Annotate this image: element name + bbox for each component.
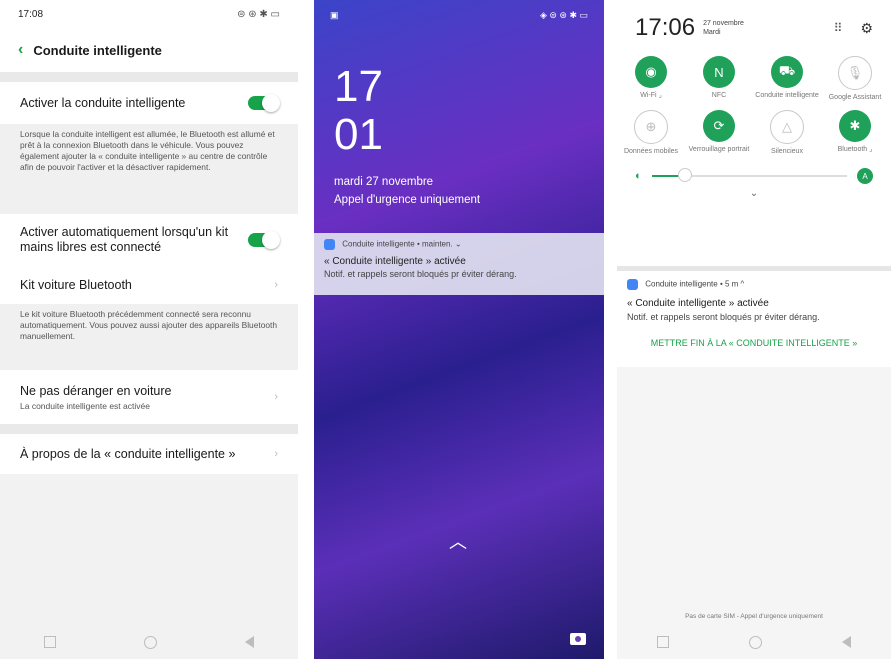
dnd-label: Ne pas déranger en voiture [20,383,172,398]
qs-tile-label: Bluetooth ⌟ [837,146,873,153]
status-icons: ◈ ⊜ ⊛ ✱ ▭ [539,10,588,20]
qs-time: 17:06 [635,14,696,41]
chevron-right-icon: › [274,448,278,460]
gallery-icon: ▣ [330,10,339,20]
lock-date: mardi 27 novembre [334,176,434,188]
chevron-right-icon: › [274,279,278,291]
status-bar: ▣ ◈ ⊜ ⊛ ✱ ▭ [330,10,588,21]
bell-off-icon: △ [770,110,804,144]
app-icon [324,239,335,250]
notif-body: Notif. et rappels seront bloqués pr évit… [627,312,820,322]
edit-tiles-icon[interactable]: ⠿ [834,21,843,35]
back-icon[interactable]: ‹ [18,41,23,59]
nfc-icon: N [703,56,735,88]
auto-enable-label: Activer automatiquement lorsqu'un kit ma… [20,225,229,254]
nav-bar [0,625,298,659]
settings-screen: 17:08 ⊜ ⊛ ✱ ▭ ‹ Conduite intelligente Ac… [0,0,298,659]
qs-tile-label: Verrouillage portrait [688,146,750,153]
globe-icon: ⊕ [634,110,668,144]
end-smart-driving-button[interactable]: METTRE FIN À LA « CONDUITE INTELLIGENTE … [627,338,881,348]
qs-tile[interactable]: ⊕ Données mobiles [617,110,685,164]
qs-tile[interactable]: ◉ Wi-Fi ⌟ [617,56,685,110]
clock-hour: 17 [334,62,383,111]
smart-driving-toggle[interactable] [248,94,280,112]
notif-body: Notif. et rappels seront bloqués pr évit… [324,269,517,279]
brightness-knob[interactable] [677,168,692,182]
status-time: 17:08 [18,8,44,20]
status-bar: 17:08 ⊜ ⊛ ✱ ▭ [0,0,298,28]
app-icon [627,279,638,290]
tiles-grid: ◉ Wi-Fi ⌟ N NFC ⛟ Conduite intelligente 🎙 Googl… [617,48,891,164]
qs-tile[interactable]: N NFC [685,56,753,110]
brightness-slider[interactable] [651,168,847,182]
home-icon[interactable] [749,635,762,649]
gear-icon[interactable]: ⚙ [860,20,873,37]
home-icon[interactable] [144,635,157,649]
qs-tile[interactable]: 🎙 Google Assistant [821,56,889,110]
notification-card[interactable]: Conduite intelligente • mainten. ⌄ « Con… [314,233,604,295]
qs-tile-label: NFC [711,92,727,99]
bluetooth-icon: ✱ [839,110,871,142]
qs-day: Mardi [703,29,721,36]
auto-brightness-button[interactable]: A [857,168,873,184]
chevron-down-icon[interactable]: ⌄ [617,188,891,199]
auto-enable-toggle[interactable] [248,231,280,249]
chevron-up-icon[interactable]: ︿ [449,528,467,554]
car-icon: ⛟ [771,56,803,88]
toggle-description: Lorsque la conduite intelligent est allu… [0,124,298,214]
qs-tile-label: Conduite intelligente [755,92,819,99]
smart-driving-toggle-row[interactable]: Activer la conduite intelligente [0,82,298,124]
clock-minute: 01 [334,110,383,159]
brightness-icon: ◐ [635,170,642,182]
about-label: À propos de la « conduite intelligente » [20,447,236,461]
emergency-text: Appel d'urgence uniquement [334,194,481,206]
notif-header: Conduite intelligente • 5 m ^ [645,279,745,289]
qs-tile[interactable]: ⟳ Verrouillage portrait [685,110,753,164]
notif-header: Conduite intelligente • mainten. ⌄ [342,239,462,249]
back-nav-icon[interactable] [842,636,851,648]
wifi-icon: ◉ [635,56,667,88]
page-title: Conduite intelligente [33,42,162,58]
lock-screen: ▣ ◈ ⊜ ⊛ ✱ ▭ 17 01 mardi 27 novembre Appe… [314,0,604,659]
notif-title: « Conduite intelligente » activée [627,298,769,309]
toggle-label: Activer la conduite intelligente [20,96,186,110]
dnd-subtitle: La conduite intelligente est activée [20,400,150,411]
notif-title: « Conduite intelligente » activée [324,256,466,267]
kit-description: Le kit voiture Bluetooth précédemment co… [0,304,298,370]
quick-settings-screen: 17:06 27 novembre Mardi ⠿ ⚙ ◉ Wi-Fi ⌟ N NFC… [617,0,891,659]
sim-status: Pas de carte SIM - Appel d'urgence uniqu… [685,613,823,620]
rotation-lock-icon: ⟳ [703,110,735,142]
camera-icon[interactable] [570,633,586,645]
nav-bar [617,625,891,659]
qs-tile[interactable]: △ Silencieux [753,110,821,164]
chevron-right-icon: › [274,391,278,403]
dnd-row[interactable]: Ne pas déranger en voiture La conduite i… [0,370,298,424]
brightness-row: ◐ A [617,164,891,188]
qs-tile-label: Données mobiles [623,148,679,155]
qs-tile-label: Google Assistant [828,94,882,101]
auto-enable-row[interactable]: Activer automatiquement lorsqu'un kit ma… [0,214,298,266]
status-icons: ⊜ ⊛ ✱ ▭ [237,8,280,20]
qs-tile-label: Silencieux [771,148,803,155]
qs-date: 27 novembre [703,20,744,27]
bluetooth-kit-row[interactable]: Kit voiture Bluetooth › [0,266,298,304]
qs-tile-label: Wi-Fi ⌟ [640,92,662,99]
recents-icon[interactable] [657,636,669,648]
notification-card[interactable]: Conduite intelligente • 5 m ^ « Conduite… [617,271,891,367]
bluetooth-kit-label: Kit voiture Bluetooth [20,278,132,292]
qs-tile[interactable]: ⛟ Conduite intelligente [753,56,821,110]
recents-icon[interactable] [44,636,56,648]
mic-icon: 🎙 [838,56,872,90]
back-nav-icon[interactable] [245,636,254,648]
about-row[interactable]: À propos de la « conduite intelligente »… [0,434,298,474]
qs-tile[interactable]: ✱ Bluetooth ⌟ [821,110,889,164]
